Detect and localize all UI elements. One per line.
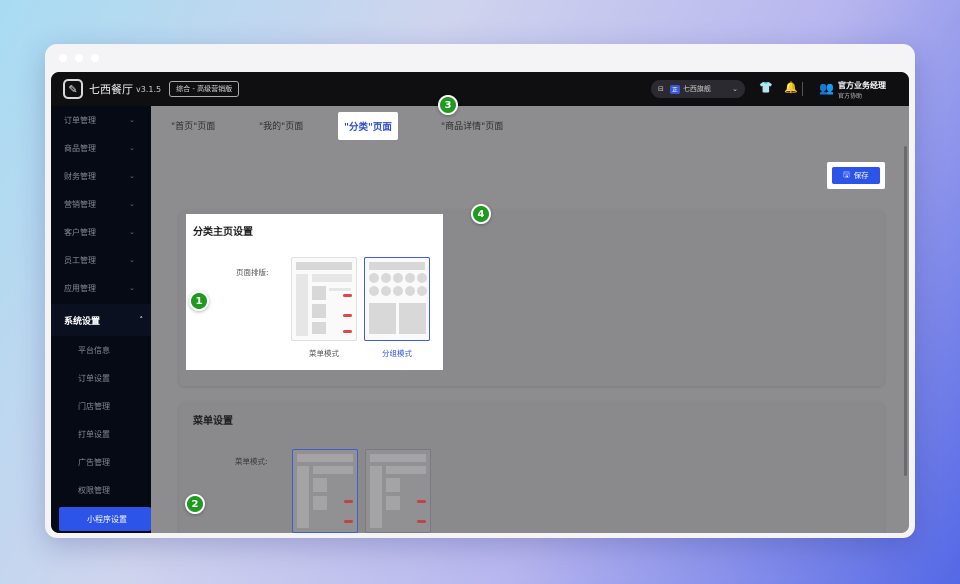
sidebar-subitem-permissions[interactable]: 权限管理 [51, 476, 143, 504]
layout-option-group[interactable] [364, 257, 430, 341]
user-avatar-icon[interactable]: 👥 [819, 81, 834, 95]
brand-name: 七西餐厅 [89, 83, 133, 96]
shirt-icon[interactable]: 👕 [759, 81, 773, 94]
sidebar-item-label: 财务管理 [64, 171, 96, 181]
menu-mode-label: 菜单模式: [235, 457, 268, 466]
sidebar-item-apps[interactable]: 应用管理 ⌄ [51, 274, 143, 302]
sidebar-subitem-ads[interactable]: 广告管理 [51, 448, 143, 476]
sidebar-subitem-miniprogram[interactable]: 小程序设置 [59, 507, 151, 531]
chevron-down-icon: ⌄ [129, 256, 135, 264]
sidebar-item-label: 应用管理 [64, 283, 96, 293]
sidebar-item-products[interactable]: 商品管理 ⌄ [51, 134, 143, 162]
sidebar-subitem-print-settings[interactable]: 打单设置 [51, 420, 143, 448]
sidebar-subitem-label: 订单设置 [78, 373, 110, 383]
chevron-down-icon: ⌄ [129, 284, 135, 292]
window-controls [59, 54, 99, 62]
tab-home-page[interactable]: "首页"页面 [171, 119, 215, 132]
sidebar-item-staff[interactable]: 员工管理 ⌄ [51, 246, 143, 274]
chevron-down-icon: ⌄ [129, 228, 135, 236]
sidebar-item-label: 系统设置 [64, 316, 101, 327]
layout-option-caption: 分组模式 [382, 349, 412, 358]
store-badge: 正 [669, 84, 680, 94]
top-bar: ✎ 七西餐厅 v3.1.5 综合 - 高级营销版 [51, 72, 909, 106]
app-window: ✎ 七西餐厅 v3.1.5 综合 - 高级营销版 ⊟ 正 七西旗舰 ⌄ 👕 🔔 … [45, 44, 915, 538]
window-dot-maximize[interactable] [91, 54, 99, 62]
sidebar-subitem-label: 门店管理 [78, 401, 110, 411]
window-dot-minimize[interactable] [75, 54, 83, 62]
menu-settings-card [179, 402, 884, 533]
menu-mode-option-1[interactable] [292, 449, 358, 533]
menu-settings-title: 菜单设置 [193, 416, 233, 427]
user-role: 官方协助 [838, 93, 863, 100]
sidebar-item-marketing[interactable]: 营销管理 ⌄ [51, 190, 143, 218]
layout-icon: ⊟ [658, 85, 664, 93]
bell-icon[interactable]: 🔔 [784, 81, 798, 94]
user-name[interactable]: 官方业务经理 [838, 80, 886, 91]
menu-mode-option-2[interactable] [365, 449, 431, 533]
save-button-label: 保存 [853, 171, 869, 180]
sidebar-item-label: 商品管理 [64, 143, 96, 153]
callout-marker: 2 [185, 494, 205, 514]
sidebar-item-system-settings[interactable]: 系统设置 ˄ [51, 304, 151, 336]
sidebar-subitem-label: 小程序设置 [87, 514, 127, 524]
save-icon: 🖫 [843, 170, 850, 179]
sidebar-item-orders[interactable]: 订单管理 ⌄ [51, 106, 143, 134]
logo-icon: ✎ [63, 79, 83, 99]
layout-label: 页面排版: [236, 268, 269, 277]
sidebar-item-finance[interactable]: 财务管理 ⌄ [51, 162, 143, 190]
layout-option-menu[interactable] [291, 257, 357, 341]
sidebar-subitem-label: 广告管理 [78, 457, 110, 467]
callout-marker: 3 [438, 95, 458, 115]
sidebar-subitem-label: 平台信息 [78, 345, 110, 355]
sidebar: 订单管理 ⌄ 商品管理 ⌄ 财务管理 ⌄ 营销管理 ⌄ 客户管理 ⌄ 员工管理 ⌄ 应用管理… [51, 106, 151, 533]
sidebar-item-label: 订单管理 [64, 115, 96, 125]
store-name: 七西旗舰 [682, 85, 711, 93]
sidebar-subitem-platform-info[interactable]: 平台信息 [51, 336, 143, 364]
sidebar-subitem-label: 权限管理 [78, 485, 110, 495]
content-scrollbar[interactable] [904, 146, 907, 476]
main-content: "首页"页面 "我的"页面 "分类"页面 "商品详情"页面 🖫 保存 分类主页设… [151, 106, 909, 533]
sidebar-item-label: 客户管理 [64, 227, 96, 237]
chevron-down-icon: ⌄ [129, 172, 135, 180]
chevron-down-icon: ⌄ [129, 116, 135, 124]
tab-category-page[interactable]: "分类"页面 [338, 112, 398, 140]
version-label: v3.1.5 [136, 84, 162, 94]
chevron-down-icon: ⌄ [732, 85, 738, 93]
store-selector[interactable]: ⊟ 正 七西旗舰 ⌄ [651, 80, 745, 98]
sidebar-subitem-order-settings[interactable]: 订单设置 [51, 364, 143, 392]
window-dot-close[interactable] [59, 54, 67, 62]
layout-option-caption: 菜单模式 [309, 349, 339, 358]
admin-app: ✎ 七西餐厅 v3.1.5 综合 - 高级营销版 ⊟ 正 七西旗舰 ⌄ 👕 🔔 … [51, 72, 909, 533]
tab-mine-page[interactable]: "我的"页面 [259, 119, 303, 132]
sidebar-subitem-stores[interactable]: 门店管理 [51, 392, 143, 420]
sidebar-subitem-label: 打单设置 [78, 429, 110, 439]
save-button-highlight: 🖫 保存 [827, 162, 885, 189]
save-button[interactable]: 🖫 保存 [832, 167, 880, 184]
callout-marker: 1 [189, 291, 209, 311]
topbar-divider [802, 82, 803, 96]
callout-marker: 4 [471, 204, 491, 224]
tab-product-detail-page[interactable]: "商品详情"页面 [441, 119, 503, 132]
category-settings-highlight: 分类主页设置 页面排版: 菜单模式 分组模式 [186, 214, 443, 370]
chevron-down-icon: ⌄ [129, 200, 135, 208]
chevron-up-icon: ˄ [139, 316, 144, 324]
section-title: 分类主页设置 [193, 227, 253, 238]
edition-badge: 综合 - 高级营销版 [169, 81, 240, 97]
chevron-down-icon: ⌄ [129, 144, 135, 152]
sidebar-item-customers[interactable]: 客户管理 ⌄ [51, 218, 143, 246]
sidebar-item-label: 员工管理 [64, 255, 96, 265]
sidebar-item-label: 营销管理 [64, 199, 96, 209]
